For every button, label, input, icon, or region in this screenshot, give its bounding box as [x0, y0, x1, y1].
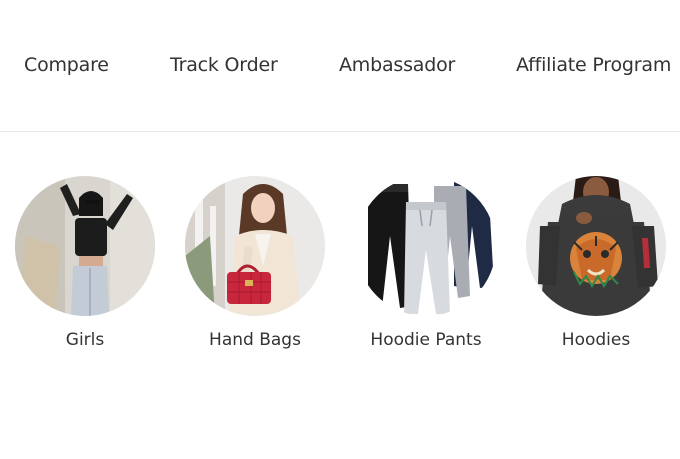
- category-girls[interactable]: Girls: [5, 176, 165, 350]
- nav-compare-link[interactable]: Compare: [24, 52, 109, 78]
- category-hand-bags[interactable]: Hand Bags: [175, 176, 335, 350]
- hoodie-pants-photo[interactable]: [356, 176, 496, 316]
- nav-ambassador-link[interactable]: Ambassador: [339, 52, 455, 78]
- category-hoodies[interactable]: Hoodies: [516, 176, 676, 350]
- category-hoodie-pants[interactable]: Hoodie Pants: [346, 176, 506, 350]
- category-label-hoodies: Hoodies: [561, 330, 631, 350]
- hoodie-photo[interactable]: [526, 176, 666, 316]
- girls-photo[interactable]: [15, 176, 155, 316]
- category-label-hoodie-pants: Hoodie Pants: [370, 330, 482, 350]
- nav-affiliate-program-link[interactable]: Affiliate Program: [516, 52, 671, 78]
- category-label-hand-bags: Hand Bags: [209, 330, 301, 350]
- top-navigation: Compare Track Order Ambassador Affiliate…: [0, 0, 680, 131]
- header-divider: [0, 131, 680, 132]
- handbag-photo[interactable]: [185, 176, 325, 316]
- category-label-girls: Girls: [65, 330, 105, 350]
- nav-track-order-link[interactable]: Track Order: [170, 52, 278, 78]
